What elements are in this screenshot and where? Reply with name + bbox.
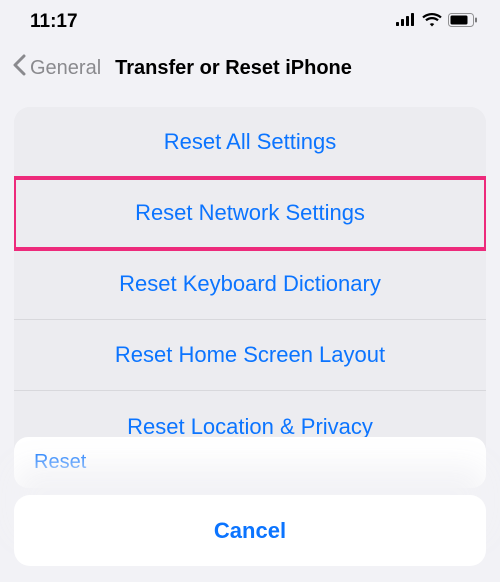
action-item-reset-keyboard-dictionary[interactable]: Reset Keyboard Dictionary — [14, 249, 486, 320]
underlying-reset-label: Reset — [34, 451, 86, 473]
action-item-label: Reset Location & Privacy — [127, 414, 373, 440]
action-item-label: Reset Home Screen Layout — [115, 342, 385, 368]
action-sheet-list: Reset All Settings Reset Network Settings… — [14, 107, 486, 462]
cancel-label: Cancel — [214, 518, 286, 544]
cancel-button[interactable]: Cancel — [14, 495, 486, 566]
action-item-label: Reset Network Settings — [135, 200, 365, 226]
reset-action-sheet: Reset Reset All Settings Reset Network Se… — [0, 107, 500, 582]
navigation-bar: General Transfer or Reset iPhone — [0, 44, 500, 92]
wifi-icon — [422, 13, 442, 32]
underlying-reset-row[interactable]: Reset — [14, 437, 486, 488]
action-item-reset-network-settings[interactable]: Reset Network Settings — [14, 178, 486, 249]
cellular-signal-icon — [396, 13, 416, 31]
action-item-label: Reset All Settings — [164, 129, 336, 155]
back-button[interactable]: General — [12, 54, 101, 82]
status-icons — [396, 13, 478, 32]
action-item-label: Reset Keyboard Dictionary — [119, 271, 381, 297]
back-label: General — [30, 57, 101, 80]
page-title: Transfer or Reset iPhone — [115, 57, 352, 80]
chevron-left-icon — [12, 54, 26, 82]
action-item-reset-home-screen-layout[interactable]: Reset Home Screen Layout — [14, 320, 486, 391]
action-item-reset-all-settings[interactable]: Reset All Settings — [14, 107, 486, 178]
status-bar: 11:17 — [0, 0, 500, 44]
status-time: 11:17 — [30, 11, 78, 33]
battery-icon — [448, 13, 478, 32]
